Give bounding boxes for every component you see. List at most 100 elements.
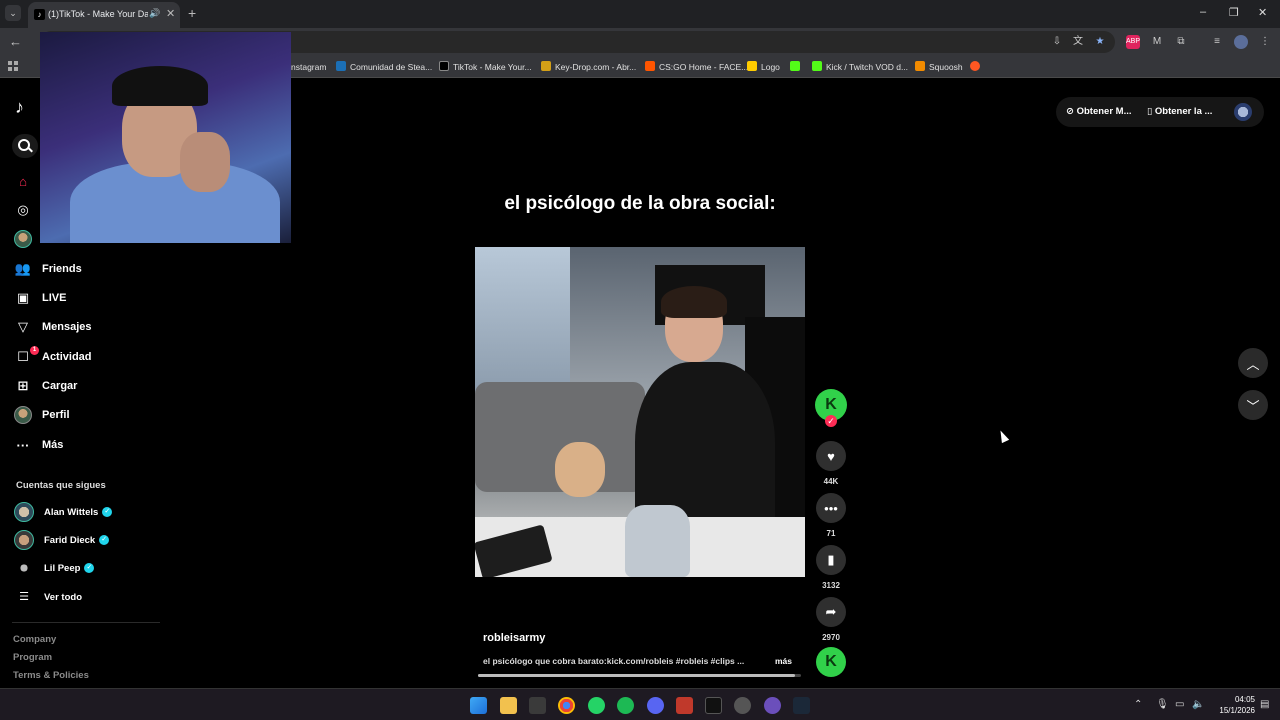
video-author[interactable]: robleisarmy (483, 632, 545, 644)
bookmark-kick[interactable] (790, 60, 804, 74)
sound-avatar[interactable]: K (812, 647, 850, 677)
tiktok-logo-icon[interactable]: ♪ (15, 97, 24, 118)
apps-grid-icon[interactable] (8, 61, 18, 71)
adblock-extension-icon[interactable]: ABP (1126, 35, 1140, 49)
speaker-icon[interactable]: 🔊 (149, 8, 160, 19)
squoosh-icon (915, 61, 925, 71)
save-count: 3132 (822, 581, 840, 590)
obs-icon[interactable] (734, 697, 751, 714)
close-tab-icon[interactable]: ✕ (166, 7, 175, 20)
following-account-lil-peep[interactable]: Lil Peep ✓ (14, 557, 95, 579)
profile-avatar-icon[interactable] (1234, 35, 1248, 49)
webcam-overlay (40, 32, 291, 243)
close-window-button[interactable]: ✕ (1258, 6, 1267, 19)
windows-start-icon[interactable] (470, 697, 487, 714)
sidebar-item-live[interactable]: ▣ LIVE (14, 287, 67, 309)
creator-avatar[interactable]: K ✓ (812, 389, 850, 433)
install-app-icon[interactable]: ⇩ (1050, 35, 1064, 49)
file-explorer-icon[interactable] (500, 697, 517, 714)
more-button[interactable]: más (775, 656, 792, 666)
bookmark-favicon-icon (970, 61, 980, 71)
nav-following[interactable] (14, 228, 42, 250)
previous-video-button[interactable]: ︿ (1238, 348, 1268, 378)
video-player[interactable] (475, 247, 805, 577)
bookmark-steam[interactable]: Comunidad de Stea... (336, 60, 432, 74)
media-control-icon[interactable]: ≡ (1210, 35, 1224, 49)
faceit-icon (645, 61, 655, 71)
bookmark-kick-twitch-vod[interactable]: Kick / Twitch VOD d... (812, 60, 908, 74)
store-icon[interactable] (529, 697, 546, 714)
kick-icon (790, 61, 800, 71)
sidebar-item-label: Mensajes (42, 321, 92, 333)
bookmark-keydrop[interactable]: Key-Drop.com - Abr... (541, 60, 636, 74)
minimize-button[interactable]: – (1200, 6, 1206, 18)
get-app-button[interactable]: ▯ Obtener la ... (1147, 106, 1212, 117)
footer-program-link[interactable]: Program (13, 652, 52, 663)
activity-icon: ☐ 1 (14, 346, 39, 366)
bookmark-squoosh[interactable]: Squoosh (915, 60, 963, 74)
steam-icon (336, 61, 346, 71)
bookmark-extra[interactable] (970, 60, 984, 74)
tidal-icon[interactable] (705, 697, 722, 714)
sidebar-item-label: Perfil (42, 409, 70, 421)
sidebar-item-upload[interactable]: ⊞ Cargar (14, 375, 78, 397)
menu-kebab-icon[interactable]: ⋮ (1258, 35, 1272, 49)
see-all-link[interactable]: ☰ Ver todo (14, 586, 82, 608)
sidebar-item-profile[interactable]: Perfil (14, 404, 70, 426)
get-coins-button[interactable]: ⊘ Obtener M... (1066, 106, 1132, 117)
tab-search-button[interactable]: ⌄ (5, 5, 21, 21)
sidebar-item-friends[interactable]: 👥 Friends (14, 258, 82, 280)
voicemod-icon[interactable] (676, 697, 693, 714)
sidebar-item-more[interactable]: ··· Más (14, 434, 64, 456)
next-video-button[interactable]: ﹀ (1238, 390, 1268, 420)
share-button[interactable]: ➦ 2970 (812, 597, 850, 642)
extensions-puzzle-icon[interactable]: ⧉ (1174, 35, 1188, 49)
avatar (14, 502, 34, 522)
video-progress-bar[interactable] (478, 674, 801, 677)
search-icon[interactable] (12, 134, 38, 158)
tray-chevron-up-icon[interactable]: ⌃ (1134, 699, 1142, 710)
bookmark-instagram[interactable]: nstagram (291, 60, 326, 74)
avatar (14, 530, 34, 550)
back-arrow-icon[interactable]: ← (9, 34, 22, 49)
comment-button[interactable]: ••• 71 (812, 493, 850, 538)
sidebar-item-messages[interactable]: ▽ Mensajes (14, 316, 92, 338)
spotify-icon[interactable] (617, 697, 634, 714)
footer-terms-link[interactable]: Terms & Policies (13, 670, 89, 681)
nav-home[interactable]: ⌂ (14, 170, 42, 192)
save-button[interactable]: ▮ 3132 (812, 545, 850, 590)
activity-badge: 1 (30, 346, 39, 355)
steam-icon[interactable] (793, 697, 810, 714)
browser-tab[interactable]: ♪ (1)TikTok - Make Your Day 🔊 ✕ (28, 2, 180, 28)
chrome-icon[interactable] (558, 697, 575, 714)
avatar (14, 558, 34, 578)
following-account-alan-wittels[interactable]: Alan Wittels ✓ (14, 501, 113, 523)
app-circle-icon[interactable] (764, 697, 781, 714)
footer-company-link[interactable]: Company (13, 634, 56, 645)
translate-icon[interactable]: 文 (1071, 35, 1085, 49)
user-avatar[interactable] (1234, 103, 1252, 121)
clock-time: 04:05 (1234, 695, 1255, 704)
network-icon[interactable]: ▭ (1175, 699, 1184, 710)
whatsapp-icon[interactable] (588, 697, 605, 714)
bookmark-star-icon[interactable]: ★ (1093, 35, 1107, 49)
video-frame-cup (555, 442, 605, 497)
nav-explore[interactable]: ◎ (14, 199, 42, 221)
restore-button[interactable]: ❐ (1229, 6, 1239, 19)
following-avatar-icon (14, 230, 32, 248)
bookmark-logo[interactable]: Logo (747, 60, 780, 74)
extension-m-icon[interactable]: M (1150, 35, 1164, 49)
system-clock[interactable]: 04:05 15/1/2026 (1207, 694, 1255, 716)
volume-icon[interactable]: 🔈 (1192, 699, 1204, 710)
notifications-icon[interactable]: ▤ (1260, 699, 1269, 710)
new-tab-button[interactable]: + (188, 5, 196, 21)
microphone-icon[interactable]: 🎙 (1156, 699, 1169, 710)
sidebar-item-activity[interactable]: ☐ 1 Actividad (14, 346, 92, 368)
home-icon: ⌂ (19, 173, 27, 189)
like-button[interactable]: ♥ 44K (812, 441, 850, 486)
bookmark-faceit[interactable]: CS:GO Home - FACE... (645, 60, 748, 74)
follow-plus-icon[interactable]: ✓ (825, 415, 837, 427)
bookmark-tiktok[interactable]: TikTok - Make Your... (439, 60, 532, 74)
discord-icon[interactable] (647, 697, 664, 714)
following-account-farid-dieck[interactable]: Farid Dieck ✓ (14, 529, 110, 551)
